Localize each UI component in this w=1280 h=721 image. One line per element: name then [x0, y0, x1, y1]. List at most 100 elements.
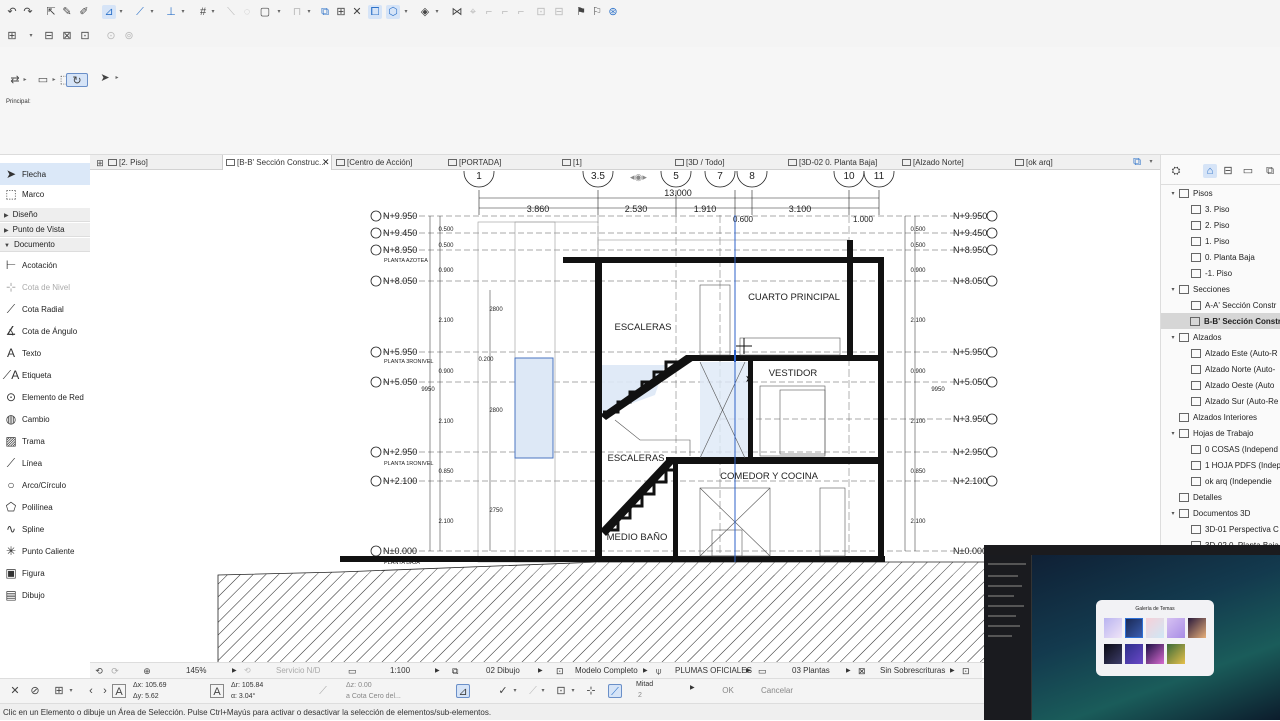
layer-dropdown-icon[interactable]: ▶	[538, 663, 543, 679]
expand-toggle-icon[interactable]: ▾	[1169, 286, 1177, 293]
partial-structure-icon[interactable]: ◈	[418, 5, 432, 19]
navigator-item[interactable]: ▾ Secciones	[1161, 281, 1280, 297]
delta-z[interactable]: Δz: 0.00	[346, 682, 372, 689]
check-icon[interactable]: ✓	[496, 684, 510, 698]
fillet-icon[interactable]: ⊟	[552, 5, 566, 19]
section-diseno[interactable]: ▶ Diseño	[0, 208, 90, 222]
project-map-icon[interactable]: ⌂	[1203, 164, 1217, 178]
pen-dropdown-icon[interactable]: ▶	[746, 663, 751, 679]
layout-book-icon[interactable]: ⊞	[5, 29, 19, 43]
resize-icon[interactable]: ⌐	[514, 5, 528, 19]
measure-icon[interactable]: ⊹	[584, 684, 598, 698]
grid-snap-icon[interactable]: #	[196, 5, 210, 19]
relative-coord-icon[interactable]: A	[112, 684, 126, 698]
renovation-icon[interactable]: ⬡	[386, 5, 400, 19]
navigator-item[interactable]: 3D-01 Perspectiva C	[1161, 521, 1280, 537]
navigator-item[interactable]: 1. Piso	[1161, 233, 1280, 249]
offset-icon[interactable]: ⊡	[534, 5, 548, 19]
tool-acotacion[interactable]: ⊢ Acotación	[0, 254, 90, 276]
model-view-value[interactable]: Modelo Completo	[575, 663, 638, 679]
tab-ok-arq[interactable]: [ok arq]	[1015, 155, 1125, 170]
redo-zoom-icon[interactable]: ⟳	[108, 664, 122, 678]
navigator-item[interactable]: ▾ Documentos 3D	[1161, 505, 1280, 521]
3d-window-icon[interactable]: ⊛	[606, 5, 620, 19]
delta-r[interactable]: Δr: 105.84	[231, 682, 263, 689]
tab-1[interactable]: [1]	[562, 155, 672, 170]
navigator-item[interactable]: Alzado Norte (Auto-	[1161, 361, 1280, 377]
nudge-right-icon[interactable]: ›	[98, 684, 112, 698]
gravity-icon[interactable]: ⊥	[164, 5, 178, 19]
rotate-view-icon[interactable]: ⟲	[244, 663, 251, 679]
rotate-selection-icon[interactable]: ↻	[66, 73, 88, 87]
eyedropper-icon[interactable]: ✎	[60, 5, 74, 19]
align-icon[interactable]: ⟋	[526, 684, 540, 698]
z-coord-icon[interactable]: ⟋	[316, 684, 330, 698]
layout-book-icon[interactable]: ▭	[1241, 164, 1255, 178]
plans-dropdown-icon[interactable]: ▶	[846, 663, 851, 679]
pointer-dropdown-icon[interactable]: ▸	[114, 71, 120, 85]
geometry-dropdown-icon[interactable]: ▸	[22, 73, 28, 87]
tab-3d-todo[interactable]: [3D / Todo]	[675, 155, 785, 170]
tool-flecha[interactable]: ➤ Flecha	[0, 163, 90, 185]
undo-icon[interactable]: ↶	[5, 5, 19, 19]
delta-x[interactable]: Δx: 105.69	[133, 682, 166, 689]
offset-icon[interactable]: ⊡	[554, 684, 568, 698]
graphic-override-icon[interactable]: ✕	[350, 5, 364, 19]
trace-reference-icon[interactable]: ◌	[240, 5, 254, 19]
tab-3d-02[interactable]: [3D-02 0. Planta Baja]	[788, 155, 900, 170]
offset-dropdown-icon[interactable]: ▾	[570, 684, 576, 698]
layer-icon[interactable]: ⧉	[318, 5, 332, 19]
guide-line-icon[interactable]: ⊿	[102, 5, 116, 19]
intersect-icon[interactable]: ⌖	[466, 5, 480, 19]
tool-dibujo[interactable]: ▤ Dibujo	[0, 584, 90, 606]
marquee-icon[interactable]: ▢	[258, 5, 272, 19]
snap-dropdown-icon[interactable]: ▾	[149, 5, 155, 19]
snap-guides-icon[interactable]: ⟋	[133, 5, 147, 19]
teamwork-icon[interactable]: ⊠	[60, 29, 74, 43]
tool-cambio[interactable]: ◍ Cambio	[0, 408, 90, 430]
tool-linea[interactable]: ⟋ Línea	[0, 452, 90, 474]
section-documento[interactable]: ▼ Documento	[0, 238, 90, 252]
tab-list-icon[interactable]: ⧉	[1130, 155, 1144, 169]
tool-spline[interactable]: ∿ Spline	[0, 518, 90, 540]
navigator-item[interactable]: 0. Planta Baja	[1161, 249, 1280, 265]
polar-coord-icon[interactable]: A	[210, 684, 224, 698]
zoom-value[interactable]: 145%	[186, 663, 206, 679]
scale-value[interactable]: 1:100	[390, 663, 410, 679]
tool-polilinea[interactable]: ⬠ Polilínea	[0, 496, 90, 518]
section-punto-vista[interactable]: ▶ Punto de Vista	[0, 223, 90, 237]
snap-division[interactable]: 2	[638, 692, 642, 699]
suspend-groups-icon[interactable]: ⧠	[368, 5, 382, 19]
undo-zoom-icon[interactable]: ⟲	[92, 664, 106, 678]
structure-dropdown-icon[interactable]: ▾	[434, 5, 440, 19]
expand-toggle-icon[interactable]: ▾	[1169, 510, 1177, 517]
tab-centro-accion[interactable]: [Centro de Acción]	[336, 155, 446, 170]
navigator-item[interactable]: 3. Piso	[1161, 201, 1280, 217]
tool-punto-caliente[interactable]: ✳ Punto Caliente	[0, 540, 90, 562]
snap-dropdown-icon[interactable]: ▶	[690, 684, 695, 691]
tab-section-bb[interactable]: [B-B' Sección Construc...	[222, 155, 332, 170]
expand-toggle-icon[interactable]: ▾	[1169, 190, 1177, 197]
snap-mode[interactable]: Mitad	[636, 681, 653, 688]
transform-icon[interactable]: ⊞	[52, 684, 66, 698]
tool-etiqueta[interactable]: ⟋A Etiqueta	[0, 364, 90, 386]
tab-2-piso[interactable]: [2. Piso]	[108, 155, 220, 170]
navigator-item[interactable]: ok arq (Independie	[1161, 473, 1280, 489]
navigator-item[interactable]: ▾ Hojas de Trabajo	[1161, 425, 1280, 441]
scale-dropdown-icon[interactable]: ▶	[435, 663, 440, 679]
ok-button[interactable]: OK	[708, 684, 748, 698]
zoom-icon[interactable]: ⊕	[140, 664, 154, 678]
lock-icon[interactable]: ⊓	[290, 5, 304, 19]
navigator-item[interactable]: B-B' Sección Constr	[1161, 313, 1280, 329]
navigator-item[interactable]: -1. Piso	[1161, 265, 1280, 281]
tool-arco[interactable]: ○ Arco/Círculo	[0, 474, 90, 496]
navigator-settings-icon[interactable]: ⛭	[1169, 164, 1183, 178]
transform-dropdown-icon[interactable]: ▾	[68, 684, 74, 698]
publisher-icon[interactable]: ⧉	[1263, 164, 1277, 178]
override-value[interactable]: Sin Sobrescrituras	[880, 663, 945, 679]
selection-dropdown-icon[interactable]: ▸	[51, 73, 57, 87]
tab-list-dropdown-icon[interactable]: ▾	[1148, 155, 1154, 169]
find-select-icon[interactable]: ⚐	[590, 5, 604, 19]
navigator-item[interactable]: 2. Piso	[1161, 217, 1280, 233]
tool-cota-nivel[interactable]: ⊹ Cota de Nivel	[0, 276, 90, 298]
